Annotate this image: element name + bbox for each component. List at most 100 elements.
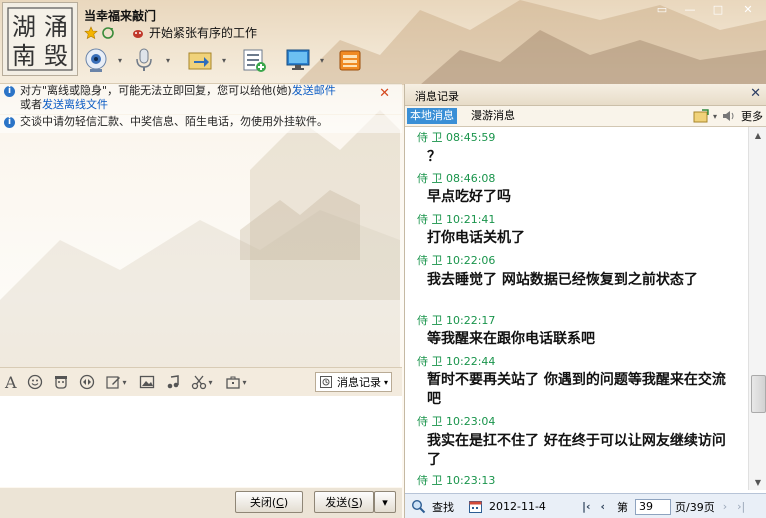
contact-avatar[interactable]: 湖 涌 南 毁 xyxy=(2,2,78,76)
next-page-icon[interactable]: › xyxy=(723,500,727,513)
history-panel-title: 消息记录 xyxy=(415,90,459,103)
first-page-icon[interactable]: |‹ xyxy=(582,500,591,513)
message-text: 早点吃好了吗 xyxy=(427,189,511,205)
scroll-thumb[interactable] xyxy=(751,375,766,413)
video-call-button[interactable] xyxy=(80,45,112,75)
image-icon xyxy=(139,375,154,389)
last-page-icon[interactable]: ›| xyxy=(737,500,745,513)
more-label[interactable]: 更多 xyxy=(741,108,763,124)
font-icon: A xyxy=(5,372,17,392)
screenshot-button[interactable] xyxy=(105,371,121,393)
safety-notice-text: 交谈中请勿轻信汇款、中奖信息、陌生电话，勿使用外挂软件。 xyxy=(20,115,328,128)
export-dropdown-icon[interactable]: ▾ xyxy=(713,112,717,121)
close-window-button[interactable]: ✕ xyxy=(738,2,758,16)
remote-desktop-dropdown[interactable]: ▾ xyxy=(318,56,326,65)
message-header: 侍 卫 08:46:08 xyxy=(417,172,496,185)
info-icon: i xyxy=(4,86,15,97)
more-tools-button[interactable] xyxy=(225,371,241,393)
music-button[interactable] xyxy=(165,371,181,393)
emoji-icon xyxy=(27,374,42,390)
shake-window-button[interactable] xyxy=(79,371,95,393)
more-tools-dropdown[interactable]: ▾ xyxy=(241,378,249,387)
refresh-icon[interactable] xyxy=(101,26,115,40)
minimize-button[interactable]: — xyxy=(680,2,700,16)
send-bar: 关闭(C) 发送(S) ▾ xyxy=(0,488,402,518)
close-history-icon[interactable]: ✕ xyxy=(750,86,761,101)
message-text: 我去睡觉了 网站数据已经恢复到之前状态了 xyxy=(427,272,698,288)
message-history-panel: 消息记录 ✕ 本地消息 漫游消息 ▾ 更多 侍 卫 08:45:59 ？ 侍 卫… xyxy=(404,84,766,518)
skin-button[interactable]: ▭ xyxy=(652,2,672,16)
mood-icon xyxy=(131,27,145,39)
svg-text:毁: 毁 xyxy=(44,42,68,70)
font-button[interactable]: A xyxy=(5,371,17,393)
send-image-button[interactable] xyxy=(139,371,155,393)
cut-button[interactable] xyxy=(191,371,207,393)
tab-roaming-messages[interactable]: 漫游消息 xyxy=(468,108,518,124)
export-icon[interactable] xyxy=(693,109,709,123)
sound-icon[interactable] xyxy=(721,109,737,123)
message-header: 侍 卫 10:23:04 xyxy=(417,415,496,428)
calendar-icon[interactable] xyxy=(468,499,483,514)
message-text: ？ xyxy=(427,149,441,165)
cut-dropdown[interactable]: ▾ xyxy=(207,378,215,387)
message-history-button[interactable]: 消息记录 ▾ xyxy=(314,372,392,392)
shake-icon xyxy=(79,374,94,390)
avatar-seal-image: 湖 涌 南 毁 xyxy=(7,7,73,71)
maximize-button[interactable]: □ xyxy=(708,2,728,16)
svg-text:南: 南 xyxy=(12,42,36,70)
screenshot-dropdown[interactable]: ▾ xyxy=(121,378,129,387)
svg-text:涌: 涌 xyxy=(44,13,68,41)
contact-name[interactable]: 当幸福来敲门 xyxy=(84,7,156,24)
message-text: 暂时不要再关站了 你遇到的问题等我醒来在交流吧 xyxy=(427,372,726,407)
voice-call-dropdown[interactable]: ▾ xyxy=(164,56,172,65)
compose-toolbar: A ▾ ▾ ▾ 消息记录 ▾ xyxy=(0,367,402,397)
message-text: 我实在是扛不住了 好在终于可以让网友继续访问了 xyxy=(427,433,726,468)
message-text: 等我醒来在跟你电话联系吧 xyxy=(427,331,595,347)
app-list-button[interactable] xyxy=(238,45,270,75)
voice-call-button[interactable] xyxy=(128,45,160,75)
message-list: 侍 卫 08:45:59 ？ 侍 卫 08:46:08 早点吃好了吗 侍 卫 1… xyxy=(405,127,747,490)
close-button[interactable]: 关闭(C) xyxy=(235,491,303,513)
magic-face-button[interactable] xyxy=(53,371,69,393)
page-number-input[interactable]: 39 xyxy=(635,498,672,515)
message-header: 侍 卫 10:22:44 xyxy=(417,355,496,368)
history-panel-header: 消息记录 ✕ xyxy=(405,84,766,106)
message-scrollbar[interactable]: ▲ ▼ xyxy=(748,127,766,490)
emoji-button[interactable] xyxy=(27,371,43,393)
history-dropdown-icon: ▾ xyxy=(383,377,388,387)
safety-notice: i 交谈中请勿轻信汇款、中奖信息、陌生电话，勿使用外挂软件。 xyxy=(0,115,402,133)
history-icon xyxy=(319,376,332,388)
briefcase-icon xyxy=(225,376,240,389)
search-icon[interactable] xyxy=(411,499,426,514)
send-offline-file-link[interactable]: 发送离线文件 xyxy=(42,98,108,111)
message-header: 侍 卫 10:22:06 xyxy=(417,254,496,267)
page-prefix: 第 xyxy=(617,500,629,514)
status-line: 开始紧张有序的工作 xyxy=(84,24,257,41)
send-mail-link[interactable]: 发送邮件 xyxy=(292,84,336,97)
history-tools: ▾ 更多 xyxy=(693,108,763,124)
scissors-icon xyxy=(191,375,206,390)
svg-text:湖: 湖 xyxy=(12,13,36,41)
edit-icon xyxy=(105,376,120,389)
remote-desktop-button[interactable] xyxy=(282,45,314,75)
app-box-button[interactable] xyxy=(334,45,366,75)
message-header: 侍 卫 10:21:41 xyxy=(417,213,496,226)
message-input[interactable] xyxy=(0,396,402,487)
close-notice-icon[interactable]: ✕ xyxy=(379,87,390,101)
scroll-up-arrow[interactable]: ▲ xyxy=(749,127,766,143)
star-icon[interactable] xyxy=(84,25,98,40)
send-file-button[interactable] xyxy=(184,45,216,75)
scroll-down-arrow[interactable]: ▼ xyxy=(749,474,766,490)
tab-local-messages[interactable]: 本地消息 xyxy=(407,108,457,124)
search-label[interactable]: 查找 xyxy=(432,499,454,515)
chat-window: 湖 涌 南 毁 当幸福来敲门 开始紧张有序的工作 ▭ — □ ✕ ▾ ▾ ▾ ▾… xyxy=(0,0,766,518)
prev-page-icon[interactable]: ‹ xyxy=(601,500,606,513)
history-tabs: 本地消息 漫游消息 ▾ 更多 xyxy=(405,106,766,127)
send-button[interactable]: 发送(S) xyxy=(314,491,374,513)
app-list-icon xyxy=(243,49,266,72)
history-date[interactable]: 2012-11-4 xyxy=(489,500,546,513)
send-options-dropdown[interactable]: ▾ xyxy=(374,491,396,513)
video-call-dropdown[interactable]: ▾ xyxy=(116,56,124,65)
app-box-icon xyxy=(339,50,361,71)
send-file-dropdown[interactable]: ▾ xyxy=(220,56,228,65)
